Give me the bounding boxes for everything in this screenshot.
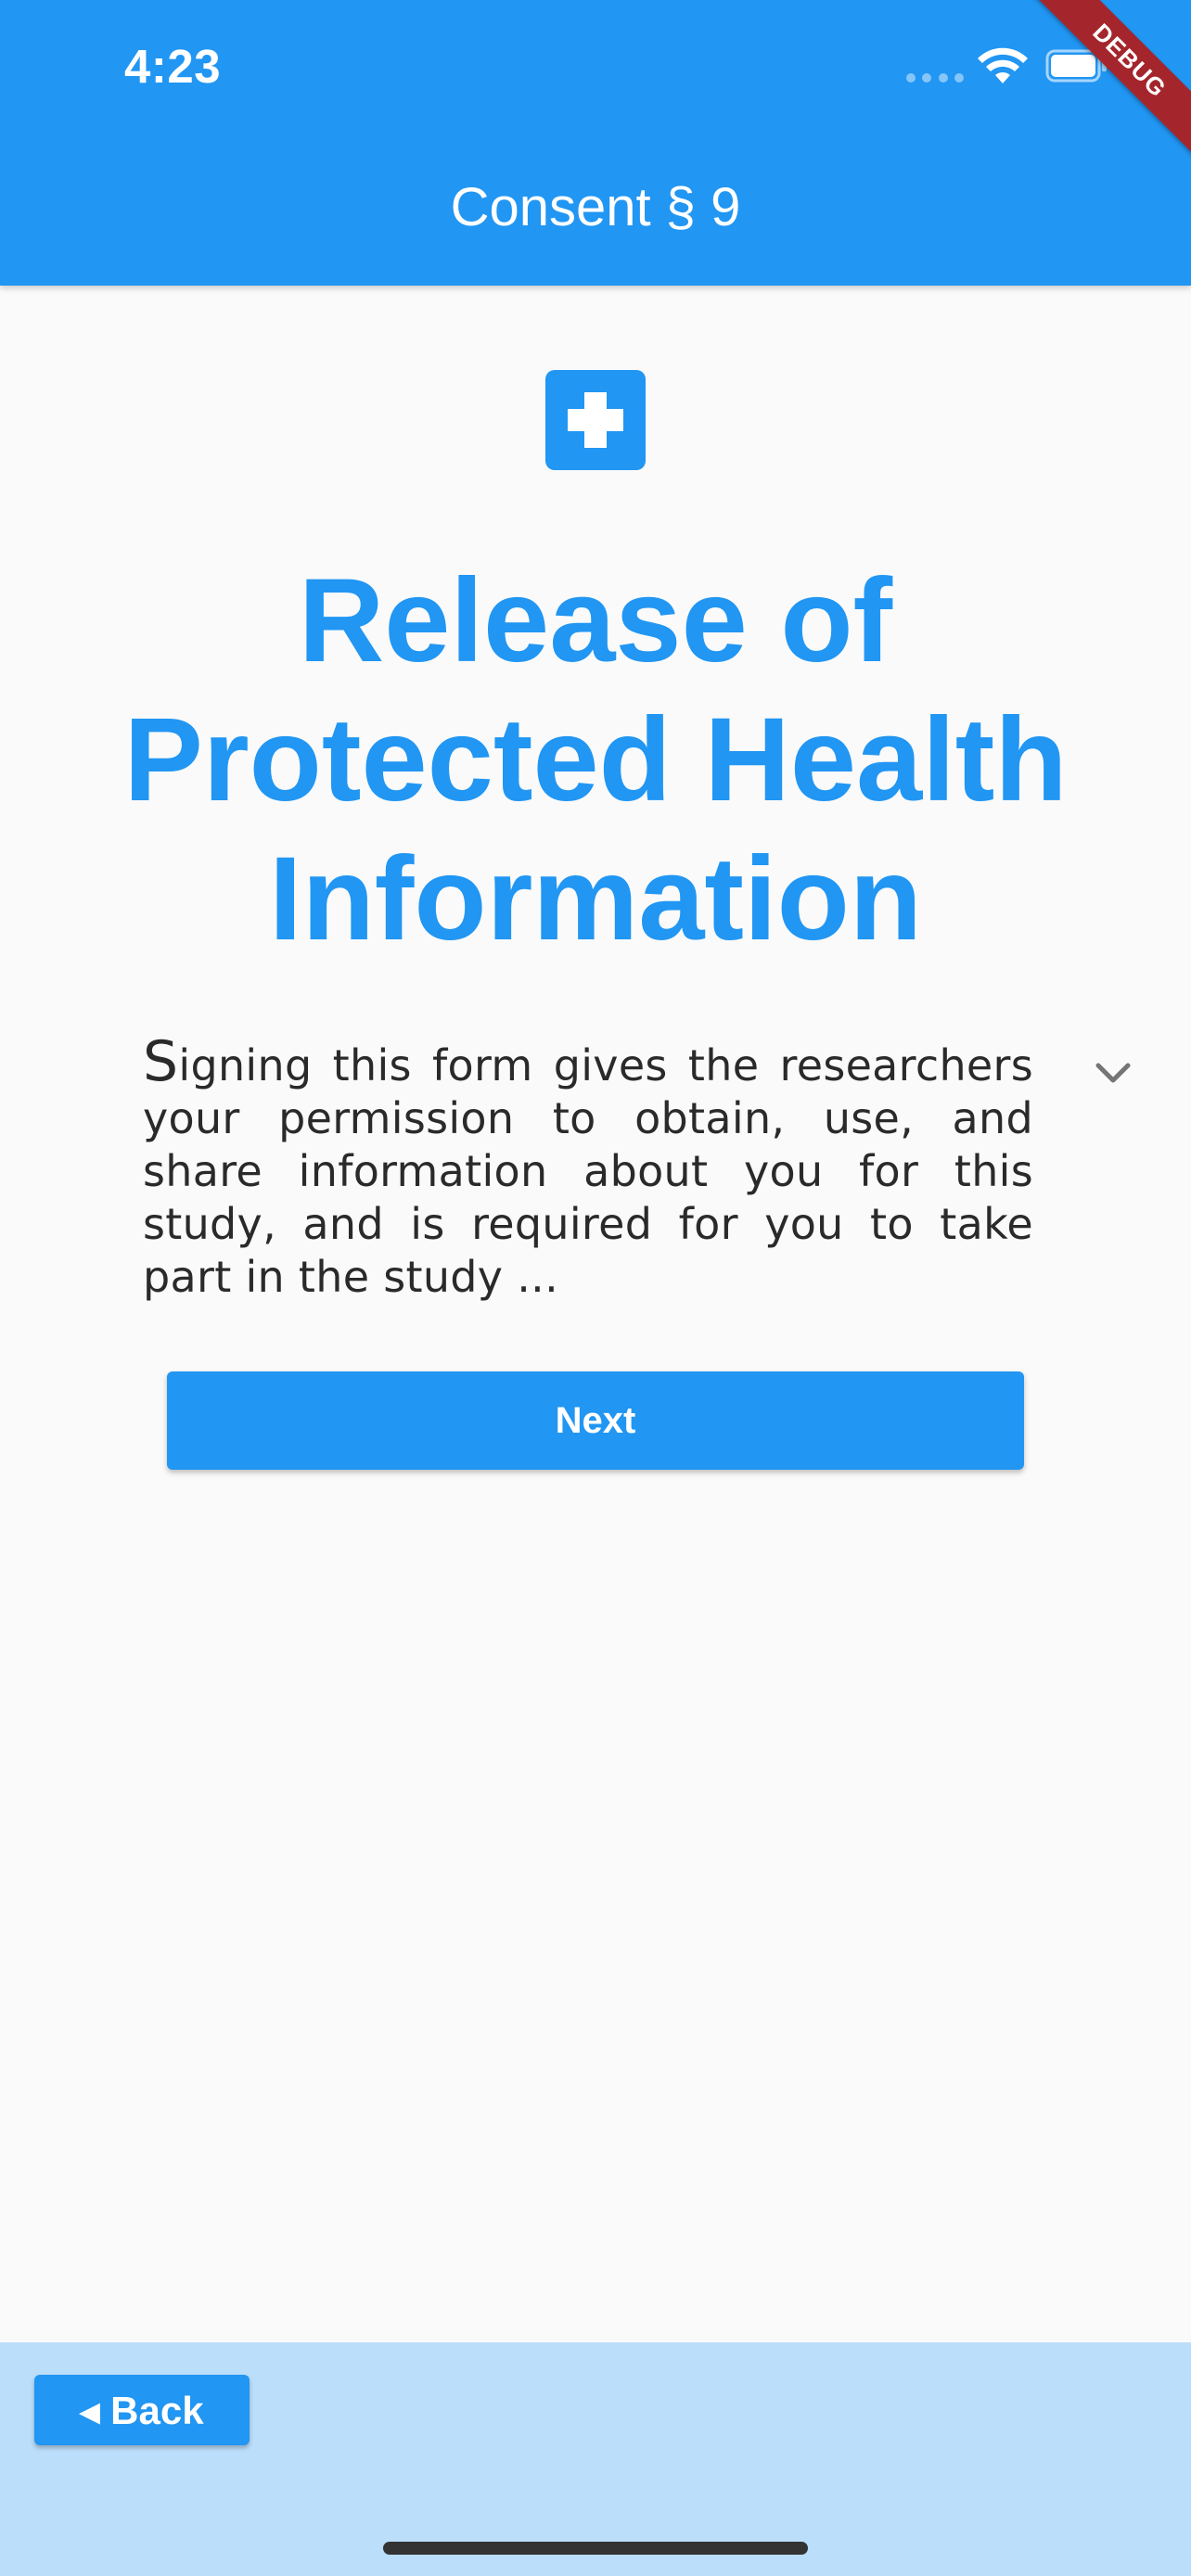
section-summary: Signing this form gives the researchers … [143, 1034, 1033, 1304]
back-button[interactable]: ◂ Back [34, 2375, 250, 2445]
app-bar: 4:23 Consent § 9 DEBUG [0, 0, 1191, 286]
section-title: Release of Protected Health Information [123, 555, 1068, 965]
home-indicator[interactable] [383, 2542, 808, 2555]
medical-cross-icon [545, 370, 646, 470]
bottom-navigation-bar: ◂ Back [0, 2342, 1191, 2576]
chevron-down-icon[interactable] [1095, 1060, 1132, 1086]
summary-body: igning this form gives the researchers y… [143, 1040, 1033, 1302]
summary-drop-cap: S [143, 1029, 179, 1094]
wifi-icon [978, 47, 1028, 83]
next-button[interactable]: Next [167, 1371, 1024, 1470]
status-time: 4:23 [124, 40, 222, 93]
page-title-bar: Consent § 9 [450, 177, 741, 237]
cellular-signal-icon [906, 73, 964, 83]
